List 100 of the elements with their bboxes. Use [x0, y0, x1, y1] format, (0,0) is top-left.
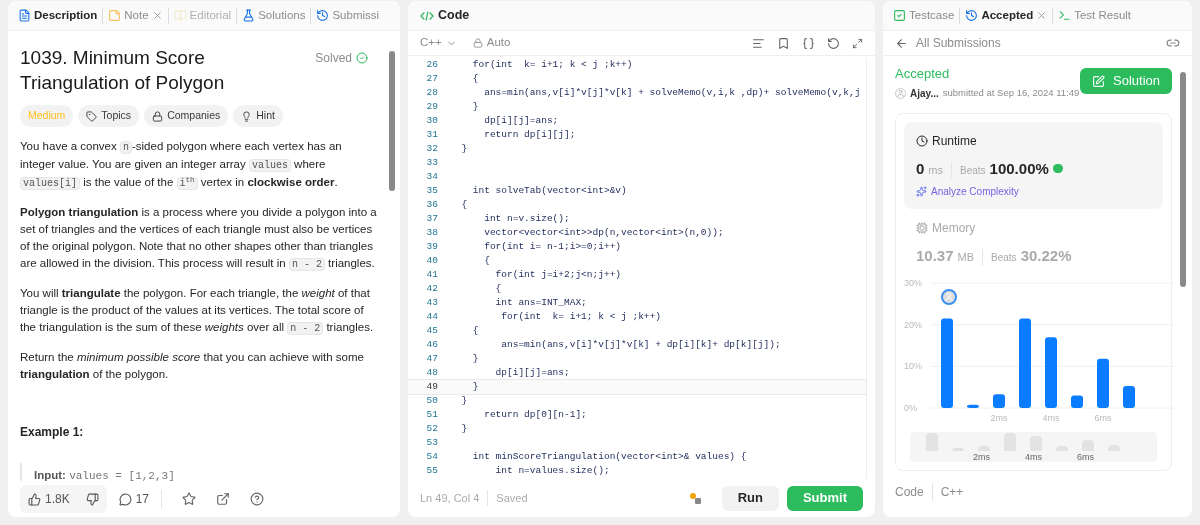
mode-label: Auto [486, 35, 511, 51]
flask-icon [242, 9, 256, 22]
code-line: for(int k= i+1; k < j ;k++) [471, 57, 633, 72]
submit-button[interactable]: Submit [786, 485, 863, 511]
run-button[interactable]: Run [721, 485, 779, 511]
code-line: } [460, 141, 468, 156]
bar[interactable] [1045, 336, 1057, 408]
line-number: 32 [425, 141, 439, 156]
axis-label: 2ms [990, 412, 1008, 423]
line-number: 36 [425, 197, 439, 212]
axis-label: 20% [904, 319, 922, 330]
line-number: 28 [425, 85, 439, 100]
beats-label: Beats [960, 163, 986, 178]
tab[interactable]: Solutions [240, 6, 308, 25]
stat-label: Memory [932, 220, 976, 237]
link-icon[interactable] [1166, 36, 1180, 50]
bar[interactable] [993, 393, 1005, 408]
tag-button[interactable]: Companies [144, 105, 229, 127]
footer-label: Code [895, 482, 933, 501]
code-line: for(int j=i+2;j<n;j++) [494, 267, 622, 282]
stat-value: 0 [916, 158, 925, 179]
format-icon[interactable] [752, 36, 765, 50]
back-link[interactable]: All Submissions [916, 34, 1001, 52]
bookmark-icon[interactable] [777, 36, 790, 50]
comment-icon [118, 492, 132, 506]
comments-button[interactable]: 17 [118, 490, 163, 508]
braces-icon[interactable] [802, 36, 815, 50]
bar[interactable] [967, 404, 979, 408]
close-icon[interactable] [1036, 10, 1048, 21]
language-select[interactable]: C++ [420, 34, 457, 52]
axis-label: 4ms [1042, 412, 1060, 423]
tag-button[interactable]: Hint [233, 105, 283, 127]
username[interactable]: Ajay... [910, 85, 939, 101]
code-line: } [471, 379, 479, 394]
reset-icon[interactable] [827, 36, 840, 50]
overview-bar [926, 432, 938, 451]
expand-icon[interactable] [852, 37, 863, 49]
stat-card[interactable]: Runtime 0 ms Beats 100.00% Analyze Complexity [904, 121, 1163, 209]
line-number: 50 [425, 393, 439, 408]
star-icon[interactable] [182, 492, 197, 506]
lightbulb-icon [241, 110, 253, 122]
axis-label: 10% [904, 360, 922, 371]
line-number: 54 [425, 449, 439, 464]
line-number: 30 [425, 113, 439, 128]
line-number: 41 [425, 267, 439, 282]
line-number: 39 [425, 239, 439, 254]
chip-icon [916, 222, 928, 234]
beats-label: Beats [991, 251, 1017, 265]
back-arrow-icon[interactable] [895, 36, 908, 50]
note-icon [108, 9, 122, 22]
tab[interactable]: Note [106, 6, 165, 25]
beats-value: 30.22% [1020, 246, 1072, 266]
code-line: int solveTab(vector<int>&v) [471, 183, 627, 198]
bar[interactable] [1019, 317, 1031, 408]
tab[interactable]: Submissi [314, 6, 382, 25]
code-line: } [471, 99, 479, 114]
bar[interactable] [1123, 385, 1135, 408]
save-status: Saved [496, 490, 528, 506]
thumbs-up-icon [28, 492, 41, 506]
code-line: int minScoreTriangulation(vector<int>& values) { [471, 449, 747, 464]
bar[interactable] [1071, 395, 1083, 408]
code-line: dp[i][j]=ans; [483, 113, 559, 128]
code-line: return dp[i][j]; [483, 127, 576, 142]
stat-unit: ms [928, 161, 952, 178]
stat-label: Runtime [932, 132, 977, 150]
debug-lock-icon[interactable] [687, 491, 702, 505]
line-number: 35 [425, 183, 439, 198]
share-icon[interactable] [216, 492, 231, 506]
paragraph: You will triangulate the polygon. For each triangle, the weight of that triangle is the product of the values at its vertices. The total score of the triangulation is the sum of these weights over all n - 2 triangles. [20, 286, 375, 337]
solution-button[interactable]: Solution [1080, 68, 1172, 94]
tag-icon [86, 110, 98, 122]
code-icon [420, 9, 434, 22]
close-icon[interactable] [151, 10, 163, 21]
code-line: } [471, 351, 479, 366]
stat-card[interactable]: Memory 10.37 MB Beats 30.22% [904, 209, 1163, 278]
bar[interactable] [1097, 358, 1109, 408]
lock-icon [152, 110, 164, 122]
tab[interactable]: Accepted [963, 6, 1050, 25]
bar[interactable] [941, 317, 953, 408]
analyze-link[interactable]: Analyze Complexity [931, 184, 1019, 199]
beats-value: 100.00% [989, 158, 1049, 179]
line-number: 38 [425, 225, 439, 240]
tab[interactable]: Test Result [1056, 6, 1134, 25]
tag-button[interactable]: Topics [78, 105, 140, 127]
line-number: 51 [425, 407, 439, 422]
axis-label: 2ms [973, 451, 990, 462]
code-line: return dp[0][n-1]; [483, 407, 587, 422]
thumbs-down-icon [85, 492, 99, 506]
line-number: 47 [425, 351, 439, 366]
status-text: Accepted [895, 65, 951, 83]
help-icon[interactable] [250, 492, 265, 506]
footer-label: C++ [940, 483, 964, 501]
axis-label: 6ms [1094, 412, 1112, 423]
code-line: int n=values.size(); [494, 463, 610, 478]
line-number: 48 [425, 365, 439, 380]
tab[interactable]: Description [16, 6, 100, 25]
range-overview[interactable]: 2ms 4ms 6ms [910, 431, 1157, 462]
paragraph: You have a convex n -sided polygon where each vertex has an integer value. You are given an integer array values where values[i] is the value of the i$^{th}$ vertex in clockwise order. [20, 139, 343, 192]
paragraph: Polygon triangulation is a process where you divide a polygon into a set of triangles and the vertices of each triangle must also be vertices of the original polygon. Note that no other shapes other than triangles are allowed in the division. This process will result in n - 2 triangles. [20, 205, 378, 273]
tab[interactable]: Testcase [891, 6, 957, 25]
